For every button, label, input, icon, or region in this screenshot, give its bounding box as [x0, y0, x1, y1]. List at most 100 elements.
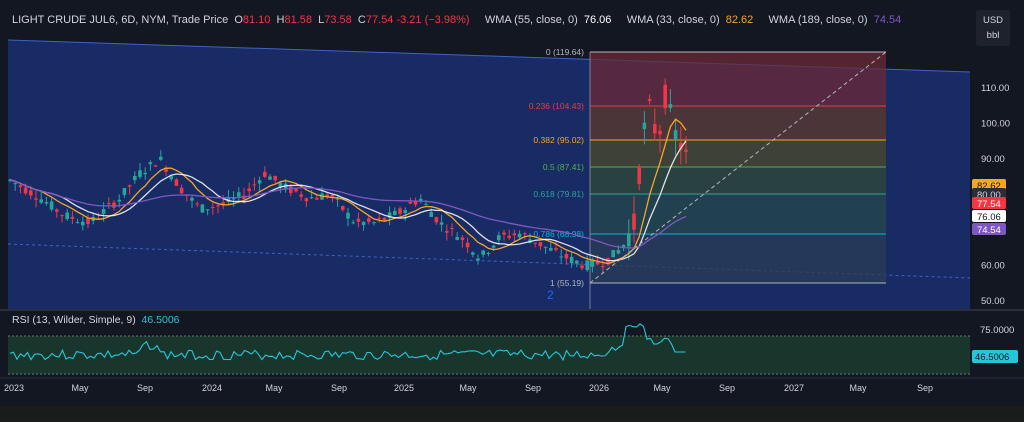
time-axis-label: 2027	[784, 383, 804, 393]
candle-body	[367, 218, 371, 222]
candle-body	[107, 203, 111, 205]
candle-body	[616, 250, 621, 254]
price-tag-label: 77.54	[977, 199, 1001, 210]
main-legend: LIGHT CRUDE JUL6, 6D, NYM, Trade Price O…	[12, 14, 901, 26]
candle-body	[398, 208, 402, 214]
candle-body	[673, 130, 678, 140]
chart-canvas[interactable]: 0 (119.64) 0.236 (104.43) 0.382 (95.02) 0.5…	[0, 0, 1024, 410]
candle-body	[127, 185, 132, 187]
candle-body	[273, 175, 277, 181]
time-axis[interactable]: 2023 May Sep 2024 May Sep 2025 May Sep 2026 May Sep…	[4, 383, 933, 393]
candle-body	[512, 233, 517, 236]
time-axis-label: 2026	[589, 383, 609, 393]
candle-body	[393, 210, 397, 215]
candle-body	[637, 166, 641, 184]
candle-body	[138, 170, 142, 177]
candle-body	[237, 192, 241, 197]
bottom-strip	[0, 406, 1024, 422]
candle-body	[627, 233, 631, 247]
candle-body	[538, 242, 543, 247]
unit-label: bbl	[986, 30, 1000, 41]
wma33-label[interactable]: WMA (33, close, 0)	[627, 14, 720, 26]
candle-body	[533, 242, 537, 244]
candle-body	[569, 256, 574, 264]
candle-body	[684, 149, 688, 152]
candle-body	[351, 222, 355, 224]
candle-body	[481, 250, 485, 255]
wma33-value: 82.62	[725, 14, 754, 26]
candle-body	[356, 218, 361, 222]
time-axis-label: 2023	[4, 383, 24, 393]
candle-body	[44, 202, 49, 204]
candle-body	[335, 198, 340, 200]
open-label: O	[234, 14, 243, 26]
candle-body	[497, 235, 501, 241]
candle-body	[523, 233, 527, 235]
candle-body	[252, 184, 257, 186]
candle-body	[601, 265, 605, 268]
candle-body	[413, 201, 418, 205]
rsi-value-tag: 46.5006	[975, 352, 1009, 363]
candle-body	[450, 227, 454, 229]
price-tick-label: 100.00	[981, 119, 1010, 130]
candle-body	[476, 258, 480, 261]
time-axis-label: Sep	[917, 383, 933, 393]
candle-body	[668, 104, 673, 109]
candle-body	[580, 265, 584, 269]
candle-body	[179, 187, 184, 194]
candle-body	[70, 216, 75, 219]
candle-body	[29, 190, 33, 196]
candle-body	[60, 215, 64, 217]
candle-body	[585, 260, 589, 271]
fib-level-label: 0.5 (87.41)	[543, 162, 584, 172]
wma189-value: 74.54	[873, 14, 902, 26]
candle-body	[211, 207, 215, 209]
candle-body	[517, 233, 522, 238]
candle-body	[611, 250, 615, 258]
candle-body	[153, 165, 158, 167]
candle-body	[174, 179, 179, 186]
candle-body	[13, 183, 17, 185]
price-tick-label: 90.00	[981, 154, 1005, 165]
currency-label: USD	[982, 15, 1004, 26]
currency-unit-selector[interactable]: USD bbl	[976, 10, 1010, 46]
wma55-value: 76.06	[583, 14, 612, 26]
candle-body	[575, 260, 579, 264]
wma55-label[interactable]: WMA (55, close, 0)	[485, 14, 578, 26]
wma189-label[interactable]: WMA (189, close, 0)	[769, 14, 868, 26]
candle-body	[439, 222, 444, 225]
candle-body	[23, 187, 28, 194]
symbol-title[interactable]: LIGHT CRUDE JUL6, 6D, NYM, Trade Price	[12, 14, 228, 26]
change-value: -3.21 (−3.98%)	[396, 14, 470, 26]
candle-body	[101, 208, 106, 214]
candle-body	[491, 245, 496, 248]
candle-body	[559, 256, 563, 258]
rsi-band	[8, 336, 970, 374]
candle-body	[595, 261, 600, 265]
time-axis-label: May	[459, 383, 477, 393]
candle-body	[361, 222, 366, 226]
candle-body	[39, 199, 43, 203]
time-axis-label: May	[265, 383, 283, 393]
candle-body	[543, 246, 548, 248]
candle-body	[299, 194, 303, 197]
candle-body	[663, 84, 667, 109]
rsi-label[interactable]: RSI (13, Wilder, Simple, 9)	[12, 314, 136, 326]
candle-body	[403, 210, 407, 214]
time-axis-label: 2024	[202, 383, 222, 393]
candle-body	[34, 198, 38, 200]
rsi-axis-tick: 75.0000	[980, 325, 1014, 336]
candle-body	[205, 209, 210, 211]
candle-body	[632, 213, 636, 230]
candle-body	[471, 252, 475, 255]
candle-body	[377, 217, 381, 219]
fib-level-label: 0 (119.64)	[546, 47, 584, 57]
candle-body	[263, 171, 267, 177]
time-axis-label: Sep	[331, 383, 347, 393]
rsi-value: 46.5006	[141, 314, 180, 326]
candle-body	[49, 201, 54, 210]
candle-body	[81, 221, 85, 226]
chart-app: 0 (119.64) 0.236 (104.43) 0.382 (95.02) 0.5…	[0, 0, 1024, 422]
price-tick-label: 110.00	[981, 83, 1009, 94]
candle-body	[486, 252, 491, 254]
